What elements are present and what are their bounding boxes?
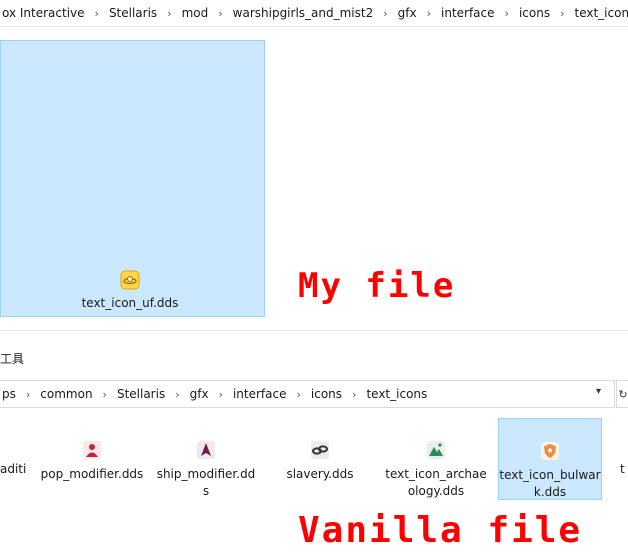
chevron-right-icon[interactable]: › — [219, 388, 223, 401]
breadcrumb-item-stellaris[interactable]: Stellaris — [115, 387, 167, 401]
chevron-right-icon[interactable]: › — [560, 7, 564, 20]
breadcrumb-item-interface[interactable]: interface — [439, 6, 497, 20]
yellow-ufo-icon — [120, 270, 140, 290]
annotation-vanilla-file: Vanilla file — [298, 510, 583, 551]
file-name: text_icon_archaeology.dds — [385, 467, 487, 498]
bulwark-icon — [540, 441, 560, 461]
window-divider — [0, 330, 628, 331]
chevron-right-icon[interactable]: › — [218, 7, 222, 20]
top-breadcrumb: ox Interactive › Stellaris › mod › warsh… — [0, 0, 628, 27]
breadcrumb-item-gfx[interactable]: gfx — [188, 387, 211, 401]
breadcrumb-item-text-icons[interactable]: text_icons — [572, 6, 628, 20]
chevron-right-icon[interactable]: › — [505, 7, 509, 20]
file-item-ship-modifier[interactable]: ship_modifier.dds — [154, 418, 258, 500]
breadcrumb-item-text-icons[interactable]: text_icons — [364, 387, 429, 401]
breadcrumb-item-warshipgirls[interactable]: warshipgirls_and_mist2 — [231, 6, 376, 20]
file-item-text-icon-bulwark[interactable]: text_icon_bulwark.dds — [498, 418, 602, 500]
file-item-slavery[interactable]: slavery.dds — [268, 418, 372, 500]
file-name: text_icon_uf.dds — [81, 296, 179, 310]
red-pop-icon — [82, 440, 102, 460]
chain-icon — [310, 440, 330, 460]
file-name: text_icon_bulwark.dds — [499, 468, 601, 499]
bottom-breadcrumb: ps › common › Stellaris › gfx › interfac… — [0, 380, 615, 408]
chevron-right-icon[interactable]: › — [383, 7, 387, 20]
file-item-text-icon-archaeology[interactable]: text_icon_archaeology.dds — [384, 418, 488, 500]
breadcrumb-item-icons[interactable]: icons — [309, 387, 344, 401]
chevron-right-icon[interactable]: › — [297, 388, 301, 401]
address-dropdown-icon[interactable]: ▾ — [596, 386, 601, 397]
chevron-right-icon[interactable]: › — [95, 7, 99, 20]
refresh-icon[interactable]: ↻ — [616, 380, 628, 408]
archaeology-icon — [426, 440, 446, 460]
chevron-right-icon[interactable]: › — [103, 388, 107, 401]
file-name: pop_modifier.dds — [40, 467, 144, 481]
ribbon-tools-label[interactable]: 工具 — [0, 350, 24, 367]
file-item-partial[interactable]: aditi — [0, 462, 26, 476]
annotation-my-file: My file — [298, 266, 456, 306]
file-name: slavery.dds — [286, 467, 354, 481]
chevron-right-icon[interactable]: › — [352, 388, 356, 401]
chevron-right-icon[interactable]: › — [167, 7, 171, 20]
file-item-pop-modifier[interactable]: pop_modifier.dds — [40, 418, 144, 500]
purple-ship-icon — [196, 440, 216, 460]
breadcrumb-item-icons[interactable]: icons — [517, 6, 552, 20]
breadcrumb-item-paradox[interactable]: ox Interactive — [0, 6, 87, 20]
chevron-right-icon[interactable]: › — [26, 388, 30, 401]
file-name: ship_modifier.dds — [156, 467, 256, 498]
breadcrumb-item-mod[interactable]: mod — [180, 6, 211, 20]
breadcrumb-item-interface[interactable]: interface — [231, 387, 289, 401]
chevron-right-icon[interactable]: › — [175, 388, 179, 401]
breadcrumb-item-gfx[interactable]: gfx — [396, 6, 419, 20]
file-item-partial[interactable]: t — [620, 462, 625, 476]
breadcrumb-item-stellaris[interactable]: Stellaris — [107, 6, 159, 20]
breadcrumb-item-apps[interactable]: ps — [0, 387, 18, 401]
breadcrumb-item-common[interactable]: common — [38, 387, 94, 401]
file-item-text-icon-uf[interactable]: text_icon_uf.dds — [70, 270, 190, 310]
chevron-right-icon[interactable]: › — [427, 7, 431, 20]
